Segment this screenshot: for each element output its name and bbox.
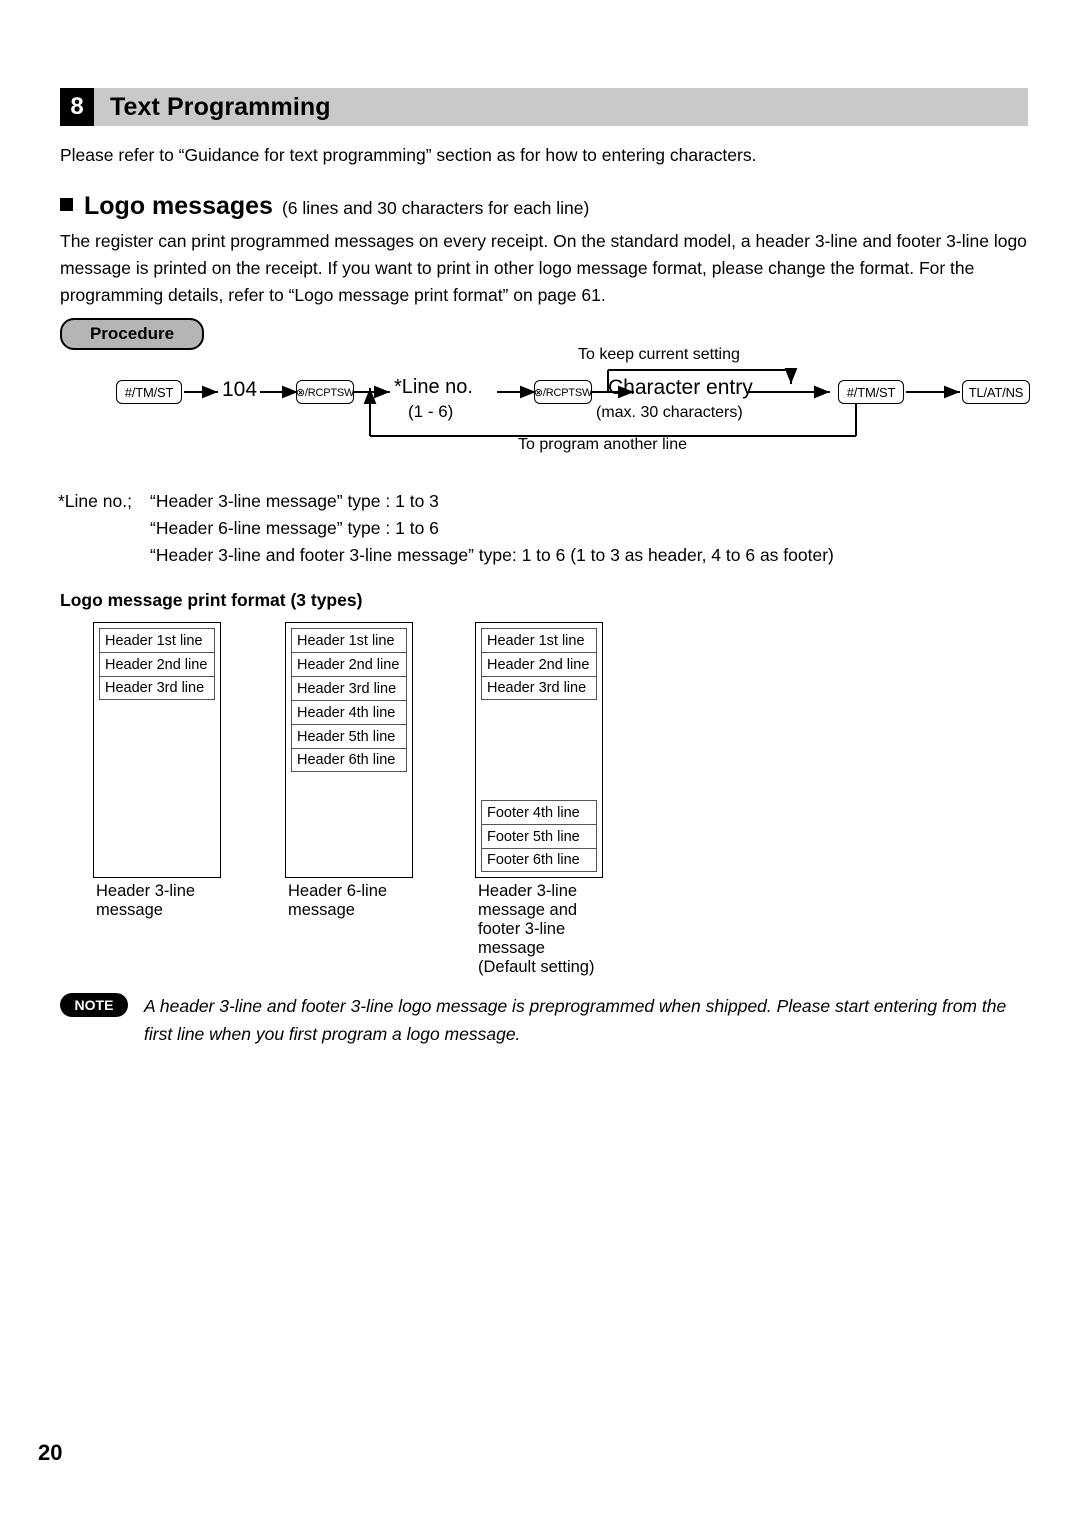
character-entry-sub: (max. 30 characters)	[596, 404, 743, 421]
receipt-line: Header 3rd line	[481, 676, 597, 700]
print-format-diagrams: Header 1st line Header 2nd line Header 3…	[93, 622, 653, 878]
format-type-2: Header 1st line Header 2nd line Header 3…	[285, 622, 413, 878]
page-number: 20	[38, 1440, 63, 1465]
receipt-line: Header 5th line	[291, 724, 407, 748]
format-type-1: Header 1st line Header 2nd line Header 3…	[93, 622, 221, 878]
key-rcptsw-second[interactable]: ⊗/RCPTSW	[534, 380, 592, 404]
page-title: Text Programming	[94, 88, 1028, 126]
receipt-line: Header 2nd line	[481, 652, 597, 676]
intro-paragraph: Please refer to “Guidance for text progr…	[60, 145, 757, 165]
procedure-code: 104	[222, 378, 258, 401]
note-text: A header 3-line and footer 3-line logo m…	[144, 996, 1007, 1044]
receipt-line: Footer 6th line	[481, 848, 597, 872]
header-lines-group: Header 1st line Header 2nd line Header 3…	[99, 628, 215, 700]
procedure-flow-diagram: #/TM/ST 104 ⊗/RCPTSW *Line no. (1 - 6) ⊗…	[60, 340, 1030, 470]
print-format-heading: Logo message print format (3 types)	[60, 590, 363, 610]
receipt-line: Header 2nd line	[291, 652, 407, 676]
receipt-line: Header 2nd line	[99, 652, 215, 676]
footer-lines-group: Footer 4th line Footer 5th line Footer 6…	[481, 800, 597, 872]
line-no-type-1: “Header 3-line message” type : 1 to 3	[150, 491, 439, 511]
logo-messages-paragraph: The register can print programmed messag…	[60, 231, 1027, 305]
receipt-line: Header 1st line	[99, 628, 215, 652]
keep-current-setting-annotation: To keep current setting	[578, 346, 740, 363]
line-no-row: *Line no.; “Header 3-line message” type …	[58, 488, 834, 515]
header-lines-group: Header 1st line Header 2nd line Header 3…	[291, 628, 407, 772]
receipt-line: Header 6th line	[291, 748, 407, 772]
program-another-line-annotation: To program another line	[518, 436, 687, 453]
key-tm-st-first[interactable]: #/TM/ST	[116, 380, 182, 404]
line-no-range: (1 - 6)	[408, 402, 454, 421]
logo-messages-title: Logo messages	[84, 192, 273, 220]
line-no-explanation: *Line no.; “Header 3-line message” type …	[58, 488, 834, 569]
key-rcptsw-first[interactable]: ⊗/RCPTSW	[296, 380, 354, 404]
format-caption-3: Header 3-line message and footer 3-line …	[478, 882, 595, 976]
receipt-line: Header 3rd line	[99, 676, 215, 700]
key-tm-st-second[interactable]: #/TM/ST	[838, 380, 904, 404]
square-bullet-icon	[60, 198, 73, 211]
receipt-line: Header 4th line	[291, 700, 407, 724]
section-header: 8 Text Programming	[60, 88, 1028, 126]
key-tl-at-ns[interactable]: TL/AT/NS	[962, 380, 1030, 404]
line-no-type-3: “Header 3-line and footer 3-line message…	[150, 545, 834, 565]
section-number: 8	[60, 88, 94, 126]
logo-messages-subtitle: (6 lines and 30 characters for each line…	[281, 198, 590, 218]
note-badge: NOTE	[60, 993, 128, 1017]
character-entry-label: Character entry	[608, 376, 753, 399]
receipt-line: Footer 4th line	[481, 800, 597, 824]
header-lines-group: Header 1st line Header 2nd line Header 3…	[481, 628, 597, 700]
format-caption-2: Header 6-line message	[288, 882, 388, 919]
receipt-line: Header 1st line	[291, 628, 407, 652]
format-caption-1: Header 3-line message	[96, 882, 196, 919]
receipt-line: Footer 5th line	[481, 824, 597, 848]
line-no-row: “Header 3-line and footer 3-line message…	[58, 542, 834, 569]
line-no-label: *Line no.	[394, 376, 473, 398]
logo-messages-heading: Logo messages (6 lines and 30 characters…	[60, 192, 1020, 221]
line-no-row: “Header 6-line message” type : 1 to 6	[58, 515, 834, 542]
receipt-line: Header 1st line	[481, 628, 597, 652]
line-no-lead: *Line no.;	[58, 491, 132, 511]
format-type-3: Header 1st line Header 2nd line Header 3…	[475, 622, 603, 878]
receipt-line: Header 3rd line	[291, 676, 407, 700]
note-block: NOTE A header 3-line and footer 3-line l…	[60, 992, 1028, 1048]
line-no-type-2: “Header 6-line message” type : 1 to 6	[150, 518, 439, 538]
